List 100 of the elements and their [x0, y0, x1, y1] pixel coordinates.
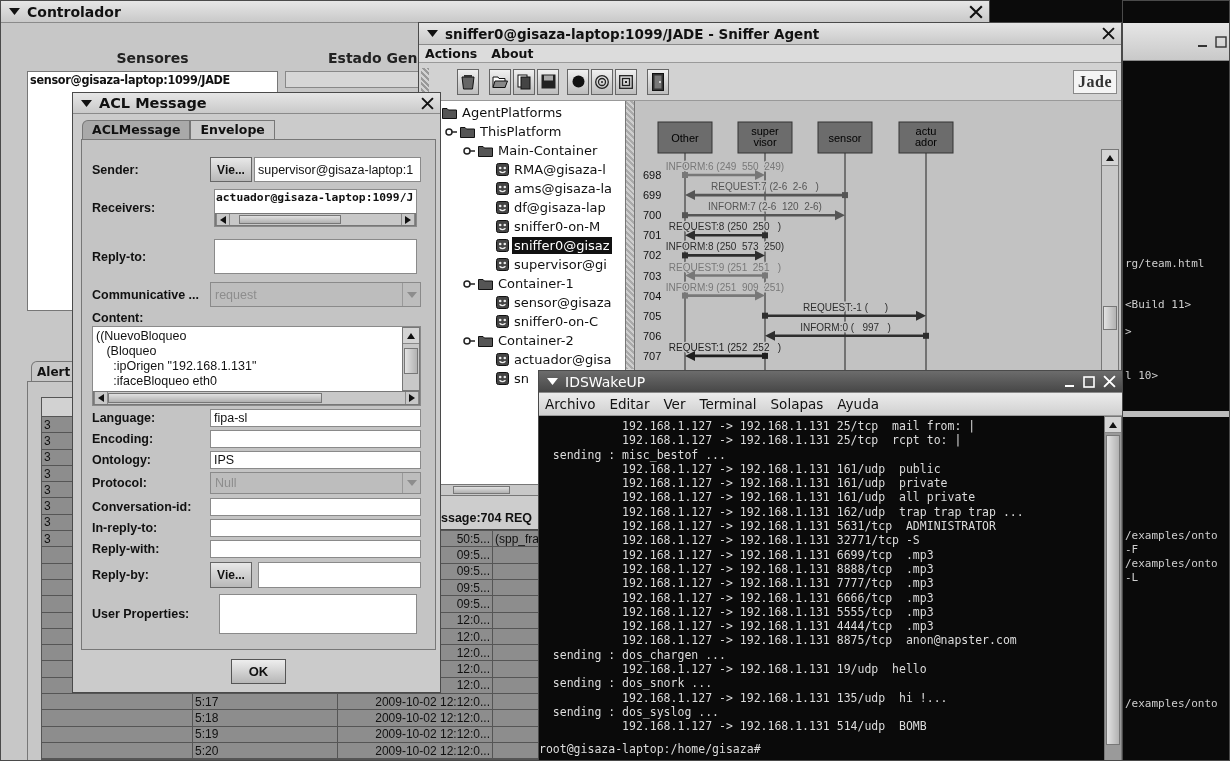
- row-number: 704: [643, 289, 662, 302]
- terminal-line: sending : dos_snork ...: [551, 676, 714, 691]
- tree-item[interactable]: Container-2: [496, 332, 576, 349]
- field-label: Sender:: [92, 162, 140, 177]
- tree-item[interactable]: sensor@gisaza: [512, 294, 614, 311]
- table-cell: 5:18: [193, 710, 338, 726]
- terminal-line: 192.168.1.127 -> 192.168.1.131 7777/tcp .mp3: [621, 576, 935, 591]
- table-cell: 5:19: [193, 726, 338, 742]
- menu-item[interactable]: Archivo: [545, 396, 596, 412]
- terminal-line: 192.168.1.127 -> 192.168.1.131 161/udp public: [621, 461, 942, 477]
- tree-item[interactable]: sniffer0-on-C: [512, 313, 601, 330]
- message-label[interactable]: INFORM:8 (250 573 250): [665, 241, 785, 253]
- terminal-line: 192.168.1.127 -> 192.168.1.131 161/udp private: [621, 476, 949, 491]
- terminal-line: /examples/onto: [1124, 529, 1219, 543]
- table-cell: 2009-10-02 12:12:0...: [338, 710, 493, 726]
- tree-item[interactable]: sniffer0-on-M: [512, 218, 603, 235]
- message-label[interactable]: REQUEST:1 (252 252 ): [668, 341, 782, 353]
- view-button[interactable]: Vie...: [210, 157, 252, 182]
- input-field[interactable]: fipa-sl: [210, 409, 421, 427]
- terminal-line: 192.168.1.127 -> 192.168.1.131 5555/tcp .mp3: [621, 604, 935, 620]
- agent-node[interactable]: actu ador: [898, 121, 954, 154]
- terminal-line: 192.168.1.127 -> 192.168.1.131 8875/tcp anon@napster.com: [621, 633, 1018, 648]
- terminal-line: 192.168.1.127 -> 192.168.1.131 19/udp hello: [621, 662, 928, 677]
- tree-item[interactable]: Container-1: [496, 275, 576, 292]
- window-title: Controlador: [27, 3, 122, 20]
- terminal-line: l 10>: [1124, 369, 1160, 383]
- menu-item[interactable]: Actions: [425, 46, 478, 61]
- menu-item[interactable]: Ayuda: [837, 396, 879, 412]
- tree-item[interactable]: supervisor@gi: [512, 256, 609, 273]
- agent-node[interactable]: super visor: [737, 121, 793, 154]
- terminal-line: /examples/onto: [1124, 697, 1219, 711]
- list-item[interactable]: actuador@gisaza-laptop:1099/J: [215, 191, 416, 204]
- table-cell: 2009-10-02 12:12:0...: [338, 742, 493, 759]
- status-text: ssage:704 REQ: [441, 511, 533, 525]
- menu-item[interactable]: Solapas: [770, 396, 824, 412]
- tree-item[interactable]: AgentPlatforms: [460, 104, 565, 121]
- menu-item[interactable]: Ver: [663, 396, 686, 412]
- field-label: Receivers:: [92, 201, 157, 215]
- tab[interactable]: ACLMessage: [82, 120, 191, 139]
- terminal-line: 192.168.1.127 -> 192.168.1.131 4444/tcp .mp3: [621, 619, 935, 634]
- receivers-list[interactable]: actuador@gisaza-laptop:1099/J: [214, 189, 417, 227]
- window-title: IDSWakeUP: [565, 373, 647, 390]
- terminal-line: 192.168.1.127 -> 192.168.1.131 161/udp all private: [621, 490, 977, 505]
- terminal-line: 192.168.1.127 -> 192.168.1.131 25/tcp mail from: |: [621, 419, 977, 434]
- terminal-line: /examples/onto: [1124, 557, 1219, 571]
- terminal-line: 192.168.1.127 -> 192.168.1.131 5631/tcp ADMINISTRATOR: [621, 519, 997, 534]
- table-cell: 5:20: [193, 742, 338, 759]
- tree-item[interactable]: df@gisaza-lap: [512, 199, 608, 216]
- message-label[interactable]: REQUEST:8 (250 250 ): [668, 221, 782, 233]
- field-label: Ontology:: [92, 453, 152, 467]
- tree-item[interactable]: Main-Container: [496, 142, 600, 159]
- terminal-line: 192.168.1.127 -> 192.168.1.131 514/udp BOMB: [621, 719, 928, 734]
- message-label[interactable]: REQUEST:-1 ( ): [803, 301, 888, 313]
- tab[interactable]: Envelope: [190, 120, 275, 139]
- field-label: Reply-by:: [92, 568, 150, 582]
- field-label: Conversation-id:: [92, 500, 193, 514]
- tree-item[interactable]: ThisPlatform: [478, 123, 564, 140]
- list-item[interactable]: sensor@gisaza-laptop:1099/JADE: [30, 72, 275, 87]
- view-button[interactable]: Vie...: [210, 562, 252, 588]
- tree-item[interactable]: ams@gisaza-la: [512, 180, 615, 197]
- terminal-line: 192.168.1.127 -> 192.168.1.131 32771/tcp -S: [621, 533, 921, 548]
- tree-item[interactable]: sniffer0@gisaz: [512, 237, 612, 254]
- row-number: 707: [643, 349, 662, 362]
- table-cell: 2009-10-02 12:12:0...: [338, 694, 493, 710]
- row-number: 702: [643, 249, 662, 262]
- sender-field[interactable]: supervisor@gisaza-laptop:1: [254, 157, 421, 182]
- row-number: 701: [643, 229, 662, 242]
- terminal-line: >: [1124, 325, 1133, 339]
- tree-item[interactable]: sn: [512, 370, 531, 387]
- table-cell: 5:17: [193, 694, 338, 710]
- terminal-line: 192.168.1.127 -> 192.168.1.131 162/udp trap trap trap ...: [621, 504, 1025, 520]
- terminal-line: 192.168.1.127 -> 192.168.1.131 6699/tcp .mp3: [621, 547, 935, 562]
- field-label: Communicative ...: [92, 287, 200, 302]
- table-cell: 2009-10-02 12:12:0...: [338, 726, 493, 742]
- input-field[interactable]: IPS: [210, 451, 421, 469]
- terminal-line: sending : misc_bestof ...: [551, 447, 727, 462]
- tree-item[interactable]: actuador@gisa: [512, 351, 614, 368]
- tree-item[interactable]: RMA@gisaza-l: [512, 161, 608, 178]
- menu-item[interactable]: Terminal: [699, 396, 757, 412]
- agent-node[interactable]: Other: [657, 121, 713, 154]
- terminal-line: rg/team.html: [1124, 257, 1206, 271]
- field-label: Encoding:: [92, 432, 155, 446]
- column-heading: Sensores: [115, 50, 190, 66]
- field-label: Content:: [92, 311, 145, 325]
- content-area[interactable]: ((NuevoBloqueo (Bloqueo :ipOrigen "192.168.1.131" :ifaceBloqueo eth0: [92, 326, 421, 406]
- column-heading: Estado Gen: [327, 50, 418, 66]
- agent-node[interactable]: sensor: [817, 121, 873, 154]
- terminal-line: -F: [1124, 543, 1140, 557]
- terminal-line: 192.168.1.127 -> 192.168.1.131 25/tcp rcpt to: |: [621, 433, 963, 448]
- shell-prompt: root@gisaza-laptop:/home/gisaza#: [539, 741, 762, 756]
- content-text: ((NuevoBloqueo (Bloqueo :ipOrigen "192.168.1.131" :ifaceBloqueo eth0: [95, 328, 258, 390]
- terminal-line: -L: [1124, 571, 1140, 585]
- terminal-line: 192.168.1.127 -> 192.168.1.131 8888/tcp .mp3: [621, 561, 935, 577]
- message-label[interactable]: INFORM:0 ( 997 ): [800, 321, 891, 333]
- terminal-line: sending : dos_syslog ...: [551, 704, 720, 720]
- menu-item[interactable]: Editar: [609, 396, 650, 412]
- row-number: 698: [643, 169, 662, 181]
- field-label: Reply-to:: [92, 249, 148, 264]
- menu-item[interactable]: About: [491, 46, 534, 61]
- ok-button[interactable]: OK: [231, 658, 286, 684]
